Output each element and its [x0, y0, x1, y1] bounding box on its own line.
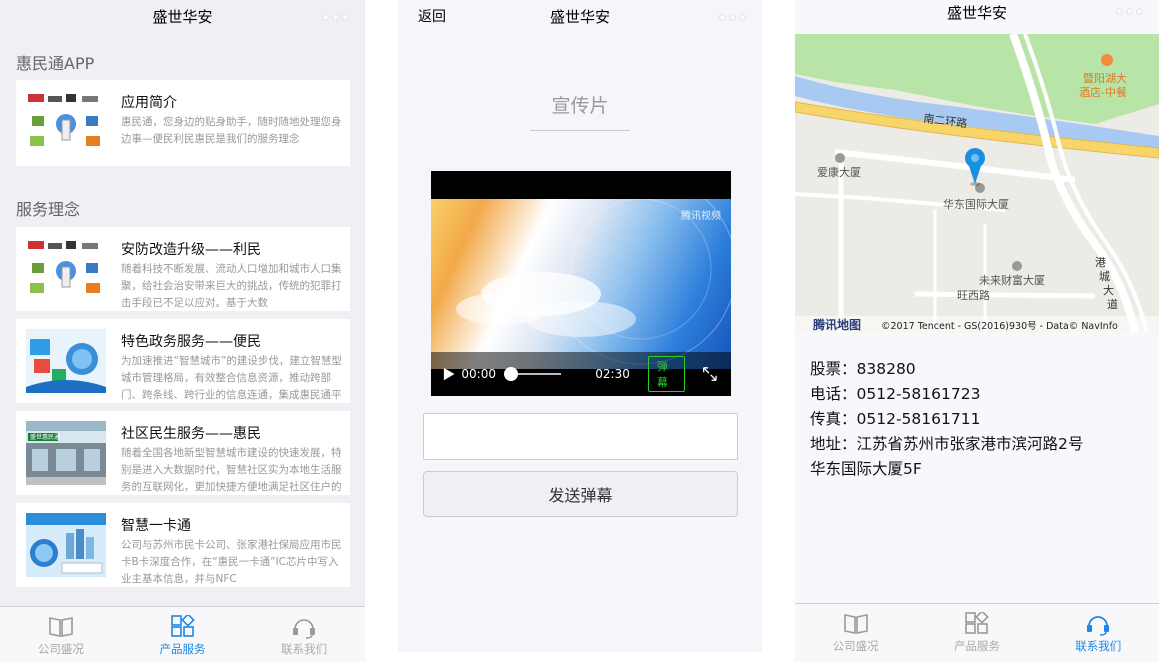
map-label: 暨阳湖大 — [1083, 71, 1127, 85]
app-illustration-icon — [28, 94, 100, 146]
service-title: 智慧一卡通 — [121, 518, 191, 534]
map-brand-logo: 腾讯地图 — [812, 317, 861, 332]
building-icon — [1012, 261, 1022, 271]
map-canvas: 暨阳湖大 酒店-中餐 南二环路 爱康大厦 华东国际大厦 未来财富大厦 旺西路 港… — [795, 34, 1159, 333]
tab-bar: 公司盛况 产品服务 联系我们 — [795, 603, 1159, 662]
map-label: 旺西路 — [957, 289, 990, 302]
more-menu-icon[interactable] — [719, 14, 746, 21]
service-title: 社区民生服务——惠民 — [121, 426, 261, 442]
video-title: 宣传片 — [551, 95, 609, 117]
danmu-toggle[interactable]: 弹幕 — [647, 356, 686, 392]
map-label: 酒店-中餐 — [1079, 85, 1127, 99]
service-title: 特色政务服务——便民 — [121, 334, 261, 350]
service-card[interactable]: 特色政务服务——便民 为加速推进“智慧城市”的建设步伐，建立智慧型城市管理格局，… — [16, 319, 350, 403]
address-info-line2: 华东国际大厦5F — [810, 460, 922, 478]
headset-icon — [1087, 616, 1110, 636]
tab-label: 联系我们 — [1075, 639, 1122, 653]
seek-knob[interactable] — [503, 367, 518, 381]
tab-company[interactable]: 公司盛况 — [0, 607, 122, 662]
headset-icon — [293, 619, 316, 639]
community-illustration-icon: 盛世惠民通 — [26, 421, 106, 485]
map-label: 未来财富大厦 — [979, 273, 1045, 287]
nav-title: 盛世华安 — [946, 4, 1007, 22]
play-icon[interactable] — [443, 366, 455, 382]
service-desc: 为加速推进“智慧城市”的建设步伐，建立智慧型城市管理格局，有效整合信息资源，推动… — [121, 355, 342, 401]
intro-card[interactable]: 应用简介 惠民通，您身边的贴身助手，随时随地处理您身边事—便民利民惠民是我们的服… — [16, 80, 350, 166]
phone-info[interactable]: 电话：0512-58161723 — [810, 382, 1083, 407]
duration: 02:30 — [595, 367, 630, 381]
tab-label: 公司盛况 — [832, 639, 879, 653]
tab-label: 产品服务 — [953, 639, 1000, 653]
danmu-input[interactable] — [423, 413, 738, 460]
service-card[interactable]: 盛世惠民通 社区民生服务——惠民 随着全国各地新型智慧城市建设的快速发展，特别是… — [16, 411, 350, 495]
smart-card-illustration-icon — [26, 513, 106, 577]
app-screen-video: 返回 盛世华安 宣传片 腾讯视频 00:00 02:30 弹幕 发送弹幕 — [398, 0, 762, 652]
section-title-service: 服务理念 — [16, 200, 81, 219]
service-desc: 随着科技不断发展、流动人口增加和城市人口集聚，给社会治安带来巨大的挑战，传统的犯… — [121, 263, 342, 309]
nav-bar: 盛世华安 — [795, 0, 1159, 34]
government-illustration-icon — [26, 329, 106, 393]
stock-info: 股票：838280 — [810, 360, 916, 378]
security-illustration-icon — [28, 241, 100, 293]
book-icon — [49, 617, 73, 637]
grid-apps-icon — [170, 615, 195, 637]
seek-bar[interactable] — [503, 367, 562, 381]
intro-desc: 惠民通，您身边的贴身助手，随时随地处理您身边事—便民利民惠民是我们的服务理念 — [121, 116, 342, 145]
tab-label: 公司盛况 — [37, 642, 84, 656]
service-desc: 随着全国各地新型智慧城市建设的快速发展，特别是进入大数据时代，智慧社区实为本地生… — [121, 447, 342, 493]
service-title: 安防改造升级——利民 — [121, 242, 261, 258]
back-button[interactable]: 返回 — [418, 0, 446, 34]
section-title-app: 惠民通APP — [16, 54, 95, 73]
map-label: 大 — [1103, 283, 1114, 297]
current-time: 00:00 — [461, 367, 496, 381]
map-label: 城 — [1099, 270, 1110, 283]
tab-label: 产品服务 — [159, 642, 206, 656]
book-icon — [843, 614, 868, 634]
tab-contact[interactable]: 联系我们 — [243, 607, 365, 662]
nav-bar: 返回 盛世华安 — [398, 0, 762, 34]
video-logo: 腾讯视频 — [681, 211, 721, 222]
app-screen-products: 盛世华安 惠民通APP 应用简介 惠民通，您身边的贴身助手，随时随地处理您身边事… — [0, 0, 365, 662]
nav-title: 盛世华安 — [152, 8, 213, 26]
fullscreen-icon[interactable] — [701, 364, 719, 384]
thumb-sign-text: 盛世惠民通 — [30, 433, 60, 441]
map-label: 港 — [1095, 256, 1106, 269]
service-card[interactable]: 安防改造升级——利民 随着科技不断发展、流动人口增加和城市人口集聚，给社会治安带… — [16, 227, 350, 311]
tab-company[interactable]: 公司盛况 — [795, 604, 916, 662]
fax-info: 传真：0512-58161711 — [810, 410, 981, 428]
grid-apps-icon — [965, 612, 989, 634]
more-menu-icon[interactable] — [322, 14, 349, 21]
map-copyright: ©2017 Tencent - GS(2016)930号 - Data© Nav… — [881, 321, 1118, 332]
building-icon — [835, 153, 845, 163]
tab-label: 联系我们 — [281, 642, 328, 656]
map-view[interactable]: 暨阳湖大 酒店-中餐 南二环路 爱康大厦 华东国际大厦 未来财富大厦 旺西路 港… — [795, 34, 1159, 333]
globe-clouds-image — [456, 173, 731, 365]
video-player[interactable]: 腾讯视频 00:00 02:30 弹幕 — [431, 171, 731, 396]
tab-contact[interactable]: 联系我们 — [1038, 604, 1159, 662]
map-label: 华东国际大厦 — [943, 197, 1009, 211]
send-danmu-button[interactable]: 发送弹幕 — [423, 471, 738, 517]
service-desc: 公司与苏州市民卡公司、张家港社保局应用市民卡B卡深度合作，在“惠民一卡通”IC芯… — [121, 539, 342, 585]
service-card[interactable]: 智慧一卡通 公司与苏州市民卡公司、张家港社保局应用市民卡B卡深度合作，在“惠民一… — [16, 503, 350, 587]
tab-products[interactable]: 产品服务 — [122, 607, 244, 662]
tab-products[interactable]: 产品服务 — [916, 604, 1037, 662]
nav-title: 盛世华安 — [549, 8, 610, 26]
title-divider — [530, 130, 630, 131]
video-controls: 00:00 02:30 弹幕 — [431, 352, 731, 396]
map-label: 道 — [1107, 297, 1118, 311]
restaurant-icon — [1101, 54, 1113, 66]
app-screen-contact: 盛世华安 暨阳湖大 酒店-中餐 南二环路 爱康大厦 华东国际大厦 未来财富大厦 … — [795, 0, 1159, 662]
video-frame — [431, 173, 731, 369]
contact-info: 股票：838280 电话：0512-58161723 传真：0512-58161… — [810, 357, 1083, 482]
intro-title: 应用简介 — [121, 95, 177, 111]
address-info: 地址：江苏省苏州市张家港市滨河路2号 — [810, 435, 1084, 453]
nav-bar: 盛世华安 — [0, 0, 365, 34]
tab-bar: 公司盛况 产品服务 联系我们 — [0, 606, 365, 662]
map-label: 爱康大厦 — [817, 165, 861, 179]
more-menu-icon[interactable] — [1116, 8, 1143, 15]
